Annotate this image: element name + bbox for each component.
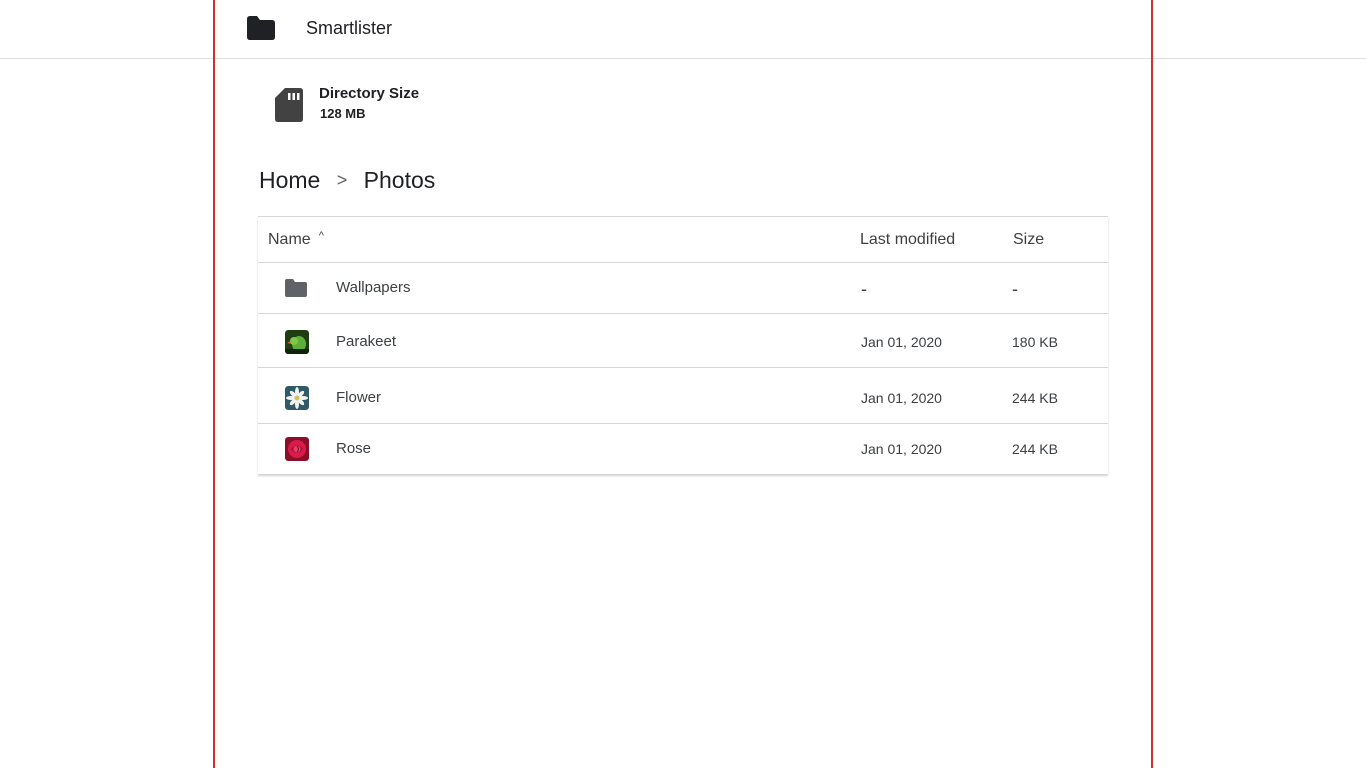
layout-guide-right xyxy=(1151,0,1153,768)
file-modified: Jan 01, 2020 xyxy=(861,334,942,350)
top-app-bar: Smartlister xyxy=(0,0,1366,59)
column-header-modified[interactable]: Last modified xyxy=(860,231,955,249)
sort-ascending-icon: ^ xyxy=(318,230,324,242)
column-header-name[interactable]: Name ^ xyxy=(268,230,324,249)
app-title: Smartlister xyxy=(306,18,393,38)
breadcrumb: Home > Photos xyxy=(259,167,435,194)
table-row[interactable]: Flower Jan 01, 2020 244 KB xyxy=(258,368,1108,424)
directory-size-value: 128 MB xyxy=(320,106,366,121)
file-modified: Jan 01, 2020 xyxy=(861,390,942,406)
table-row[interactable]: Parakeet Jan 01, 2020 180 KB xyxy=(258,314,1108,368)
file-table: Name ^ Last modified Size Wallpapers - - … xyxy=(258,216,1108,474)
column-header-size[interactable]: Size xyxy=(1013,231,1044,249)
table-header: Name ^ Last modified Size xyxy=(258,217,1108,263)
file-name: Flower xyxy=(336,389,382,406)
breadcrumb-photos[interactable]: Photos xyxy=(364,167,436,193)
sd-card-icon xyxy=(275,88,303,122)
file-size: 244 KB xyxy=(1012,390,1058,406)
rose-thumbnail xyxy=(285,437,309,461)
file-modified: Jan 01, 2020 xyxy=(861,441,942,457)
file-name: Parakeet xyxy=(336,333,397,350)
file-size: 244 KB xyxy=(1012,441,1058,457)
file-size: - xyxy=(1012,279,1018,299)
file-name: Wallpapers xyxy=(336,279,411,296)
table-row[interactable]: Rose Jan 01, 2020 244 KB xyxy=(258,424,1108,474)
file-modified: - xyxy=(861,279,867,299)
breadcrumb-separator: > xyxy=(336,170,348,190)
layout-guide-left xyxy=(213,0,215,768)
flower-thumbnail xyxy=(285,386,309,410)
folder-icon xyxy=(285,279,307,297)
breadcrumb-home[interactable]: Home xyxy=(259,167,320,193)
table-row[interactable]: Wallpapers - - xyxy=(258,263,1108,314)
file-size: 180 KB xyxy=(1012,334,1058,350)
parakeet-thumbnail xyxy=(285,330,309,354)
directory-size-label: Directory Size xyxy=(319,85,420,102)
folder-icon[interactable] xyxy=(247,16,275,40)
file-name: Rose xyxy=(336,440,372,457)
column-header-name-label: Name xyxy=(268,231,311,248)
